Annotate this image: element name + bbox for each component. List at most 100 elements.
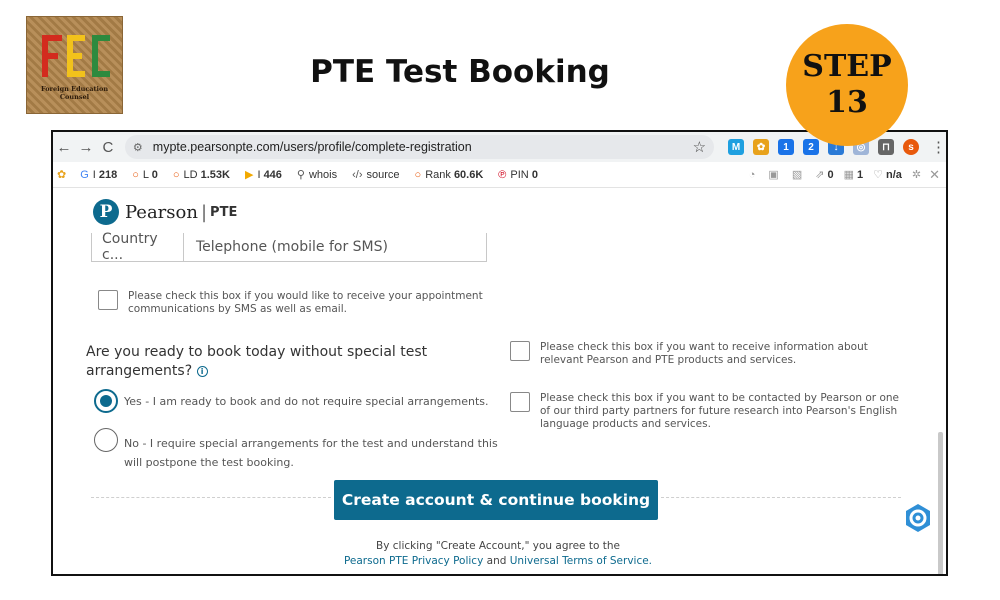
seo-metric-icon: ℗ [498,168,507,181]
sms-consent-label: Please check this box if you would like … [128,290,483,315]
divider-left [91,497,331,498]
fec-logo: Foreign Education Counsel [26,16,123,114]
seo-right-icon: ⇗ [815,169,825,181]
seo-right-value: n/a [885,169,902,181]
address-bar[interactable]: ⚙ mypte.pearsonpte.com/users/profile/com… [124,135,715,159]
radio-yes[interactable] [94,389,118,413]
seo-metric-icon: G [80,168,89,181]
registration-page: P Pearson | PTE Country c... Telephone (… [53,189,946,574]
seo-right-metrics: ◔ ▣ ▧ ⇗ 0 ▦ 1 ♡ n/a [749,168,902,182]
seo-metric-label: Rank [425,168,451,181]
seo-metric-label: PIN [510,168,529,181]
fec-logo-tagline: Foreign Education Counsel [40,85,109,101]
seo-metric-icon: ○ [414,168,422,181]
seo-metric-item[interactable]: ○ Rank 60.6K [415,169,484,181]
research-consent-label: Please check this box if you want to be … [540,392,900,430]
browser-extension-icon[interactable]: ⊓ [878,139,895,155]
seo-metric-label: I [92,168,96,181]
seo-metric-label: LD [183,168,198,181]
seo-metric-item[interactable]: ‹/› source [352,169,399,181]
seo-metric-item[interactable]: ℗ PIN 0 [498,169,538,181]
site-settings-icon[interactable]: ⚙ [133,141,143,154]
url-text: mypte.pearsonpte.com/users/profile/compl… [152,140,472,154]
seo-right-item[interactable]: ◔ [749,169,759,181]
research-consent-checkbox[interactable] [510,392,530,412]
slide-title: PTE Test Booking [310,54,610,90]
radio-no-label: No - I require special arrangements for … [124,437,498,469]
seo-metric-value: 446 [263,169,282,181]
seo-settings-icon[interactable]: ✲ [912,168,921,181]
chat-widget-icon[interactable] [902,502,934,534]
browser-toolbar: ← → C ⚙ mypte.pearsonpte.com/users/profi… [53,132,946,162]
seo-right-item[interactable]: ♡ n/a [873,168,902,181]
seo-right-item[interactable]: ⇗ 0 [815,168,833,181]
seo-right-icon: ♡ [873,169,883,181]
seo-metric-value: 0 [151,168,158,181]
seo-toolbar-logo-icon[interactable]: ✿ [57,168,66,181]
seo-right-item[interactable]: ▣ [768,168,781,181]
seo-metric-label: source [366,168,400,181]
browser-extension-icon[interactable]: ✿ [753,139,770,155]
seo-metrics: GI 218 ○ L 0 ○ LD 1.53K ▶ I 446 ⚲ whois ‹/› sourc… [80,168,553,182]
seo-right-icon: ◔ [748,168,756,181]
bookmark-star-icon[interactable]: ☆ [693,138,706,156]
seo-metric-item[interactable]: ○ L 0 [132,169,158,181]
seo-metric-label: L [142,168,149,181]
seo-right-icon: ▣ [768,169,779,181]
seo-right-item[interactable]: ▧ [792,168,805,181]
seo-metric-item[interactable]: ○ LD 1.53K [173,169,230,181]
telephone-field[interactable]: Telephone (mobile for SMS) [184,239,388,255]
seo-right-value: 0 [827,169,834,181]
seo-metric-label: I [257,169,261,181]
browser-screenshot: ← → C ⚙ mypte.pearsonpte.com/users/profi… [51,130,948,576]
browser-extension-icon[interactable]: s [903,139,920,155]
back-arrow-icon[interactable]: ← [53,139,75,156]
pearson-logo: P Pearson | PTE [93,199,237,225]
seo-metric-icon: ○ [172,168,180,181]
browser-extension-icon[interactable]: 2 [803,139,820,155]
browser-extension-icon[interactable]: 1 [778,139,795,155]
seo-metric-item[interactable]: GI 218 [80,169,117,181]
radio-selected-dot [100,395,112,407]
radio-yes-label: Yes - I am ready to book and do not requ… [124,395,489,408]
create-account-button[interactable]: Create account & continue booking [334,480,658,520]
country-code-field[interactable]: Country c... [92,231,184,263]
menu-kebab-icon[interactable]: ⋮ [931,138,946,156]
marketing-consent-checkbox[interactable] [510,341,530,361]
info-icon[interactable]: i [196,365,208,377]
seo-metric-icon: ‹/› [352,168,363,181]
browser-extension-icon[interactable]: M [728,139,745,155]
seo-metric-label: whois [308,169,338,181]
seo-right-icon: ▧ [791,169,803,181]
seo-close-icon[interactable]: ✕ [929,167,940,183]
step-number: 13 [826,85,868,120]
marketing-consent-label: Please check this box if you want to rec… [540,341,868,366]
step-badge: STEP 13 [786,24,908,146]
fec-logo-letters [42,35,110,77]
special-arrangements-question: Are you ready to book today without spec… [86,344,428,379]
brand-separator: | [200,201,208,223]
sms-consent-checkbox[interactable] [98,290,118,310]
reload-icon[interactable]: C [97,139,119,156]
seo-metric-value: 60.6K [453,168,484,181]
seo-right-item[interactable]: ▦ 1 [844,168,864,181]
pte-wordmark: PTE [210,204,238,220]
radio-no[interactable] [94,428,118,452]
legal-notice: By clicking "Create Account," you agree … [343,540,653,567]
seo-metric-item[interactable]: ⚲ whois [297,168,337,181]
terms-of-service-link[interactable]: Universal Terms of Service. [510,555,652,567]
seo-toolbar: ✿ GI 218 ○ L 0 ○ LD 1.53K ▶ I 446 ⚲ whois ‹/› sou… [53,162,946,188]
seo-metric-icon: ○ [132,168,139,181]
seo-metric-item[interactable]: ▶ I 446 [245,168,282,181]
seo-metric-value: 1.53K [200,168,230,181]
forward-arrow-icon[interactable]: → [75,139,97,156]
privacy-policy-link[interactable]: Pearson PTE Privacy Policy [344,555,483,567]
pearson-p-icon: P [93,199,119,225]
seo-right-icon: ▦ [843,169,854,181]
pearson-wordmark: Pearson [125,201,198,223]
seo-metric-icon: ⚲ [296,169,305,181]
seo-metric-value: 218 [98,168,118,181]
step-label: STEP [802,49,892,84]
seo-metric-value: 0 [531,168,538,181]
seo-metric-icon: ▶ [244,169,254,181]
